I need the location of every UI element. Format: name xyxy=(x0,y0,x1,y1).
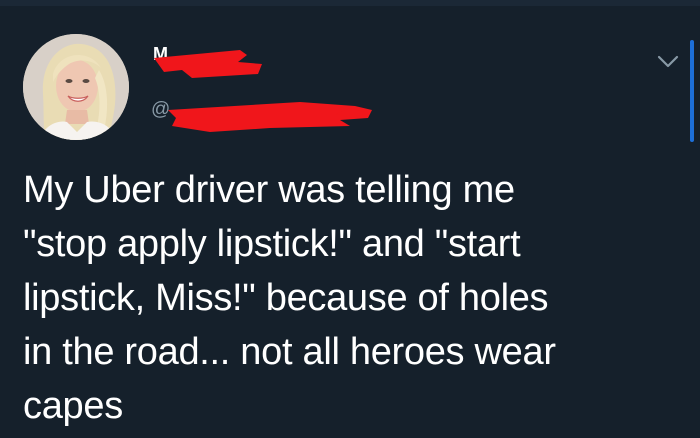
avatar-image xyxy=(23,34,129,140)
name-redaction xyxy=(152,44,266,82)
chevron-down-icon[interactable] xyxy=(655,51,681,71)
avatar[interactable] xyxy=(23,34,129,140)
top-divider xyxy=(0,0,700,6)
tweet-card: M @ My Uber driver was telling me "stop … xyxy=(0,0,700,438)
handle-redaction xyxy=(150,96,375,136)
tweet-text: My Uber driver was telling me "stop appl… xyxy=(23,169,556,427)
scroll-indicator[interactable] xyxy=(690,40,694,142)
